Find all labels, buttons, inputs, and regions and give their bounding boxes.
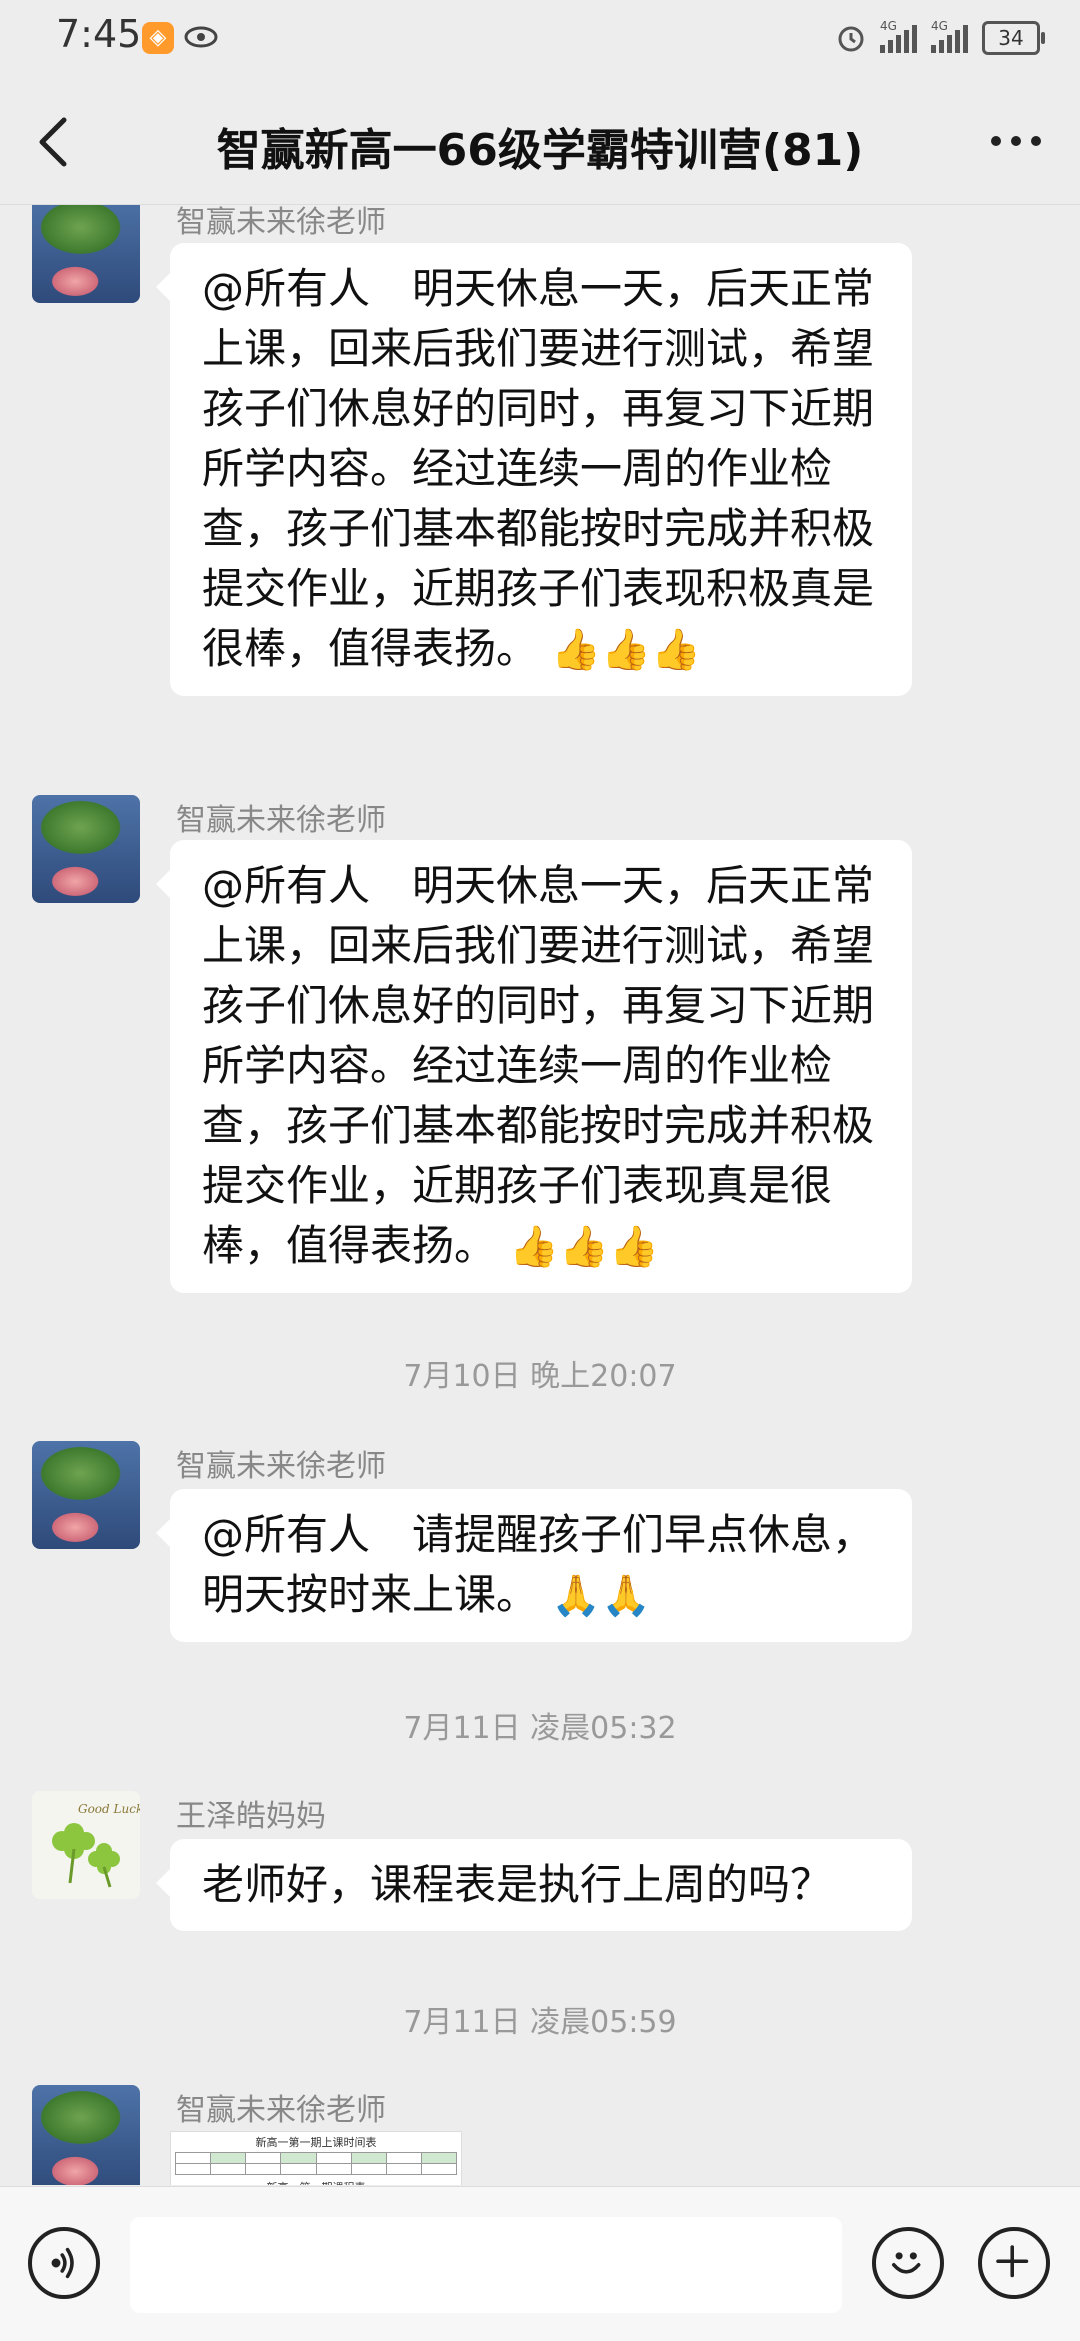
- plus-button[interactable]: [978, 2227, 1050, 2299]
- timestamp: 7月11日 凌晨05:32: [403, 1711, 677, 1746]
- timestamp: 7月10日 晚上20:07: [403, 1359, 677, 1394]
- message-list[interactable]: 智赢未来徐老师 @所有人 明天休息一天，后天正常上课，回来后我们要进行测试，希望…: [0, 205, 1080, 2185]
- sender-name: 智赢未来徐老师: [176, 205, 386, 240]
- message-text: @所有人 明天休息一天，后天正常上课，回来后我们要进行测试，希望孩子们休息好的同…: [202, 264, 875, 673]
- message-text: 老师好，课程表是执行上周的吗？: [202, 1860, 833, 1909]
- chevron-left-icon: [39, 117, 67, 167]
- alarm-icon: [838, 26, 864, 52]
- clover-icon: Good Luck: [52, 1802, 140, 1888]
- message-text: @所有人 请提醒孩子们早点休息，明天按时来上课。: [202, 1510, 875, 1619]
- avatar[interactable]: Good Luck: [32, 1791, 140, 1899]
- thumbs-up-emoji: 👍👍👍: [509, 1224, 659, 1270]
- plus-icon: [996, 2245, 1029, 2278]
- back-button[interactable]: [30, 114, 80, 170]
- sender-name: 智赢未来徐老师: [176, 2093, 386, 2128]
- image-title: 新高一第一期上课时间表: [255, 2136, 377, 2149]
- pray-emoji: 🙏🙏: [551, 1573, 651, 1619]
- voice-icon: [51, 2247, 74, 2279]
- more-options-button[interactable]: [986, 116, 1046, 166]
- eye-icon: [184, 26, 218, 48]
- status-bar: 7:45 ◈ 4G 4G 34: [0, 0, 1080, 80]
- status-indicators: 4G 4G 34: [836, 18, 1045, 58]
- image-message[interactable]: 新高一第一期上课时间表 新高一第一期课程表: [170, 2131, 462, 2185]
- message-bubble[interactable]: @所有人 明天休息一天，后天正常上课，回来后我们要进行测试，希望孩子们休息好的同…: [156, 243, 912, 696]
- schedule-table: [175, 2152, 457, 2175]
- message-bubble[interactable]: 老师好，课程表是执行上周的吗？: [156, 1839, 912, 1931]
- signal-icon-2: 4G: [931, 19, 968, 53]
- avatar-text: Good Luck: [78, 1802, 140, 1816]
- sender-name: 智赢未来徐老师: [176, 803, 386, 838]
- signal-label-2: 4G: [931, 19, 948, 33]
- avatar[interactable]: [32, 1441, 140, 1549]
- thumbs-up-emoji: 👍👍👍: [551, 627, 701, 673]
- chat-title: 智赢新高一66级学霸特训营(81): [216, 125, 864, 176]
- message-text: @所有人 明天休息一天，后天正常上课，回来后我们要进行测试，希望孩子们休息好的同…: [202, 861, 875, 1270]
- input-bar: [0, 2186, 1080, 2341]
- message-bubble[interactable]: @所有人 明天休息一天，后天正常上课，回来后我们要进行测试，希望孩子们休息好的同…: [156, 840, 912, 1293]
- avatar[interactable]: [32, 2085, 140, 2185]
- timestamp: 7月11日 凌晨05:59: [403, 2005, 677, 2040]
- message-input[interactable]: [130, 2217, 842, 2313]
- sender-name: 王泽皓妈妈: [176, 1799, 326, 1834]
- battery-icon: 34: [982, 21, 1045, 55]
- avatar[interactable]: [32, 205, 140, 303]
- chat-header: 智赢新高一66级学霸特训营(81): [0, 80, 1080, 205]
- signal-label: 4G: [880, 19, 897, 33]
- emoji-button[interactable]: [872, 2227, 944, 2299]
- emoji-icon: [892, 2252, 921, 2274]
- status-time: 7:45: [56, 12, 142, 56]
- avatar[interactable]: [32, 795, 140, 903]
- voice-button[interactable]: [28, 2227, 100, 2299]
- app-notification-icon: ◈: [142, 22, 174, 54]
- image-subtitle: 新高一第一期课程表: [171, 2177, 461, 2185]
- signal-icon: 4G: [880, 19, 917, 53]
- message-bubble[interactable]: @所有人 请提醒孩子们早点休息，明天按时来上课。 🙏🙏: [156, 1489, 912, 1642]
- sender-name: 智赢未来徐老师: [176, 1449, 386, 1484]
